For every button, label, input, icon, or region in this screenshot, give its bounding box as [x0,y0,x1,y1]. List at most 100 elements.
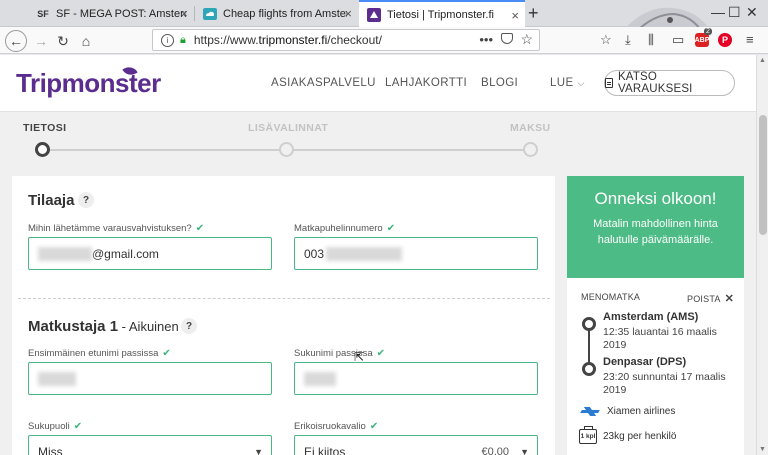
reload-icon[interactable]: ↻ [53,31,73,51]
tripmonster-logo[interactable]: Tripmonster [16,63,161,99]
tab-cheap-flights[interactable]: Cheap flights from Amsterdam × [195,0,358,27]
sf-favicon-icon: SF [37,8,49,19]
congrats-banner: Onneksi olkoon! Matalin mahdollinen hint… [567,176,744,278]
lock-icon: 🔒︎ [180,33,186,46]
last-name-field[interactable] [294,362,538,395]
close-tab-icon[interactable]: × [511,8,519,23]
tab-title: Tietosi | Tripmonster.fi [387,8,494,21]
luggage-icon: 1 kpl [579,426,597,444]
close-icon: ✕ [724,293,734,305]
diet-price: €0,00 [481,445,509,455]
airline-logo-icon [581,407,599,416]
check-icon: ✔ [376,348,386,359]
adblock-count-badge: 2 [704,28,712,35]
gender-select[interactable]: Miss ▼ [28,435,272,455]
first-name-field[interactable] [28,362,272,395]
pinterest-icon[interactable]: P [718,33,732,47]
sidebar-icon[interactable]: ▭ [672,32,684,48]
menu-read[interactable]: LUE ⌵ [550,77,585,89]
info-icon[interactable]: i [161,33,174,47]
close-tab-icon[interactable]: × [180,6,188,21]
gender-label: Sukupuoli ✔ [28,421,83,432]
bookmark-star-icon[interactable]: ☆ [520,31,533,48]
url-bar[interactable]: i 🔒︎ https://www.tripmonster.fi/checkout… [152,29,540,51]
arrival-dot-icon [582,362,596,376]
arrival-time: 23:20 sunnuntai 17 maalis 2019 [603,371,726,396]
traveller-form: Tilaaja ? Mihin lähetämme varausvahvistu… [12,176,555,455]
view-booking-button[interactable]: KATSO VARAUKSESI [604,70,735,96]
baggage-row: 1 kpl 23kg per henkilö [579,426,677,444]
first-name-label: Ensimmäinen etunimi passissa ✔ [28,348,171,359]
step-dot-current [35,142,50,157]
scroll-up-icon[interactable]: ▲ [759,57,766,64]
page-content: Tripmonster ASIAKASPALVELU LAHJAKORTTI B… [0,55,756,455]
congrats-text: Matalin mahdollinen hinta halutulle päiv… [593,218,718,246]
cloud-favicon-icon [203,7,217,21]
check-icon: ✔ [73,421,83,432]
minimize-icon[interactable]: — [711,4,725,20]
diet-select[interactable]: Ei kiitos €0,00 ▼ [294,435,538,455]
departure-airport: Amsterdam (AMS) [603,311,699,323]
maximize-icon[interactable]: ☐ [728,4,741,21]
close-tab-icon[interactable]: × [344,6,352,21]
tab-title: SF - MEGA POST: Amsterdam, Net [56,7,186,20]
airline-row: Xiamen airlines [581,406,675,417]
outbound-leg-header: MENOMATKA POISTA ✕ [581,292,734,305]
orderer-heading: Tilaaja [28,192,75,209]
chevron-down-icon: ▼ [254,446,263,455]
redacted-text [38,371,76,386]
document-icon [605,78,613,88]
phone-label: Matkapuhelinnumero ✔ [294,223,396,234]
step-label-details: TIETOSI [23,122,67,134]
diet-label: Erikoisruokavalio ✔ [294,421,379,432]
close-window-icon[interactable]: ✕ [746,4,758,21]
tab-megapost[interactable]: SF SF - MEGA POST: Amsterdam, Net × [28,0,194,27]
remove-leg-button[interactable]: POISTA ✕ [687,292,734,305]
step-dot-payment [523,142,538,157]
menu-customer-service[interactable]: ASIAKASPALVELU [271,77,376,89]
congrats-title: Onneksi olkoon! [594,189,717,208]
departure-dot-icon [582,317,596,331]
arrival-airport: Denpasar (DPS) [603,356,687,368]
redacted-text [304,371,336,386]
departure-time: 12:35 lauantai 16 maalis 2019 [603,326,717,351]
forward-arrow-icon[interactable]: → [31,31,51,51]
new-tab-icon[interactable]: + [528,3,539,24]
traveller-heading: Matkustaja 1 - Aikuinen [28,318,179,335]
check-icon: ✔ [195,223,205,234]
step-label-payment: MAKSU [510,122,551,134]
redacted-text [38,246,92,261]
step-dot-extras [279,142,294,157]
pocket-icon[interactable] [501,33,513,44]
trip-summary: Onneksi olkoon! Matalin mahdollinen hint… [567,176,744,455]
bookmarks-icon[interactable]: ☆ [600,32,612,48]
check-icon: ✔ [369,421,379,432]
back-arrow-icon[interactable]: ← [5,30,27,52]
library-icon[interactable]: ⫼ [648,32,654,48]
check-icon: ✔ [162,348,171,359]
step-label-extras: LISÄVALINNAT [248,122,329,134]
adblock-icon[interactable]: ABP [695,33,709,47]
email-label: Mihin lähetämme varausvahvistuksen? ✔ [28,223,205,234]
check-icon: ✔ [386,223,396,234]
scroll-down-icon[interactable]: ▼ [759,446,766,453]
menu-icon[interactable]: ≡ [746,32,754,47]
page-scrollbar[interactable]: ▲ ▼ [756,55,768,455]
menu-blog[interactable]: BLOGI [481,77,518,89]
tab-title: Cheap flights from Amsterdam [223,7,347,20]
menu-gift-card[interactable]: LAHJAKORTTI [385,77,467,89]
tab-tripmonster[interactable]: Tietosi | Tripmonster.fi × [359,0,525,27]
help-icon[interactable]: ? [78,192,94,208]
navigation-toolbar: ← → ↻ ⌂ i 🔒︎ https://www.tripmonster.fi/… [0,27,768,54]
redacted-text [326,246,403,261]
email-field[interactable]: @gmail.com [28,237,272,270]
url-text[interactable]: https://www.tripmonster.fi/checkout/ [194,33,382,47]
mouse-cursor-icon: ⇱ [354,350,365,364]
phone-field[interactable]: 003 [294,237,538,270]
home-icon[interactable]: ⌂ [76,31,96,51]
page-actions-icon[interactable]: ••• [479,32,493,47]
help-icon[interactable]: ? [181,318,197,334]
scrollbar-thumb[interactable] [759,115,767,235]
download-icon[interactable]: ⤓ [625,32,631,48]
section-divider [18,298,550,299]
